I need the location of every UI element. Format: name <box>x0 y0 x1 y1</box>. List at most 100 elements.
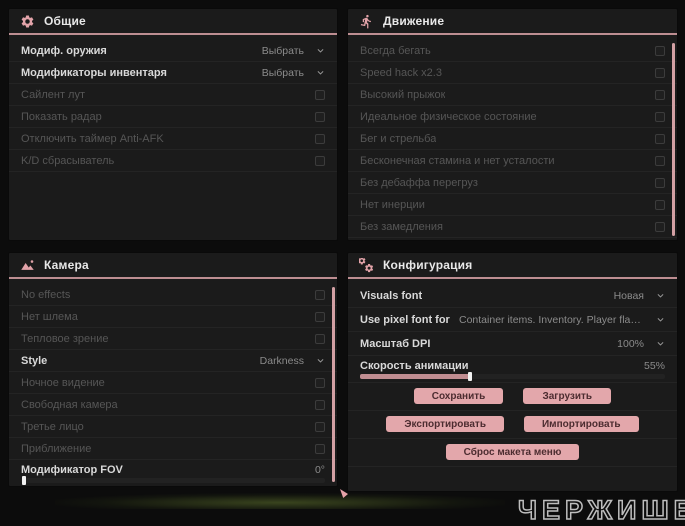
row-label: Бесконечная стамина и нет усталости <box>360 154 555 167</box>
row-label: Speed hack x2.3 <box>360 66 442 79</box>
row-label: Модификаторы инвентаря <box>21 66 167 79</box>
slider-value: 55% <box>643 359 665 372</box>
row-масштаб-dpi: Масштаб DPI 100% <box>348 332 677 356</box>
chevron-down-icon <box>656 291 665 300</box>
dropdown-value: Новая <box>613 289 644 302</box>
panel-general: Общие Модиф. оружия Выбрать Модификаторы и… <box>8 8 338 241</box>
сохранить-button[interactable]: Сохранить <box>413 388 504 404</box>
dropdown-value: 100% <box>617 337 644 350</box>
row-label: Отключить таймер Anti-AFK <box>21 132 164 145</box>
row-no-effects: No effects <box>9 284 337 306</box>
экспортировать-button[interactable]: Экспортировать <box>386 416 504 432</box>
checkbox-отключить-таймер-anti-afk[interactable] <box>315 133 325 144</box>
checkbox-третье-лицо[interactable] <box>315 421 325 432</box>
checkbox-приближение[interactable] <box>315 443 325 454</box>
dropdown-use-pixel-font-for[interactable]: Container items. Inventory. Player flags… <box>459 314 665 326</box>
dropdown-модификаторы-инвентаря[interactable]: Выбрать <box>262 67 325 79</box>
checkbox-идеальное-физическое-состояние[interactable] <box>655 111 665 122</box>
slider-fill <box>360 374 470 379</box>
row-label: Идеальное физическое состояние <box>360 110 537 123</box>
gear-icon <box>20 14 35 29</box>
chevron-down-icon <box>316 356 325 365</box>
row-свободная-камера: Свободная камера <box>9 394 337 416</box>
checkbox-свободная-камера[interactable] <box>315 399 325 410</box>
chevron-down-icon <box>316 46 325 55</box>
row-label: K/D сбрасыватель <box>21 154 115 167</box>
row-label: Style <box>21 354 48 367</box>
checkbox-speed-hack-x2-3[interactable] <box>655 67 665 78</box>
slider-handle[interactable] <box>22 476 27 485</box>
slider-handle[interactable] <box>467 372 472 381</box>
row-высокий-прыжок: Высокий прыжок <box>348 84 677 106</box>
chevron-down-icon <box>316 68 325 77</box>
row-label: Нет шлема <box>21 310 78 323</box>
checkbox-ночное-видение[interactable] <box>315 377 325 388</box>
config-buttons: Сохранить Загрузить Экспортировать Импортир… <box>348 383 677 467</box>
scrollbar[interactable] <box>672 43 675 236</box>
checkbox-no-effects[interactable] <box>315 289 325 300</box>
row-тепловое-зрение: Тепловое зрение <box>9 328 337 350</box>
checkbox-без-замедления[interactable] <box>655 221 665 232</box>
dropdown-value: Container items. Inventory. Player flags… <box>459 313 644 326</box>
checkbox-без-дебаффа-перегруз[interactable] <box>655 177 665 188</box>
row-speed-hack-x2-3: Speed hack x2.3 <box>348 62 677 84</box>
row-модификаторы-инвентаря: Модификаторы инвентаря Выбрать <box>9 62 337 84</box>
chevron-down-icon <box>656 339 665 348</box>
checkbox-показать-радар[interactable] <box>315 111 325 122</box>
row-use-pixel-font-for: Use pixel font for Container items. Inven… <box>348 308 677 332</box>
row-нет-шлема: Нет шлема <box>9 306 337 328</box>
row-ночное-видение: Ночное видение <box>9 372 337 394</box>
dropdown-visuals-font[interactable]: Новая <box>614 290 665 302</box>
panel-title-general: Общие <box>44 14 86 28</box>
row-label: Сайлент лут <box>21 88 85 101</box>
checkbox-бег-и-стрельба[interactable] <box>655 133 665 144</box>
checkbox-высокий-прыжок[interactable] <box>655 89 665 100</box>
slider-value: 0° <box>314 463 325 476</box>
dropdown-модиф-оружия[interactable]: Выбрать <box>262 45 325 57</box>
panel-title-camera: Камера <box>44 258 89 272</box>
dropdown-масштаб-dpi[interactable]: 100% <box>617 338 665 350</box>
checkbox-тепловое-зрение[interactable] <box>315 333 325 344</box>
row-label: Высокий прыжок <box>360 88 446 101</box>
checkbox-всегда-бегать[interactable] <box>655 45 665 56</box>
panel-config-header: Конфигурация <box>348 253 677 279</box>
button-row: Экспортировать Импортировать <box>348 411 677 439</box>
сброс-макета-меню-button[interactable]: Сброс макета меню <box>445 444 580 460</box>
checkbox-бесконечная-стамина-и-нет-усталости[interactable] <box>655 155 665 166</box>
checkbox-нет-шлема[interactable] <box>315 311 325 322</box>
row-label: Скорость анимации <box>360 359 469 372</box>
row-label: Тепловое зрение <box>21 332 109 345</box>
row-модиф-оружия: Модиф. оружия Выбрать <box>9 40 337 62</box>
dropdown-value: Darkness <box>259 354 304 367</box>
row-visuals-font: Visuals font Новая <box>348 284 677 308</box>
row-label: Всегда бегать <box>360 44 431 57</box>
panel-title-config: Конфигурация <box>383 258 473 272</box>
checkbox-сайлент-лут[interactable] <box>315 89 325 100</box>
panel-config: Конфигурация Visuals font Новая Use pixel … <box>347 252 678 492</box>
row-label: Свободная камера <box>21 398 118 411</box>
row-label: Visuals font <box>360 289 423 302</box>
импортировать-button[interactable]: Импортировать <box>523 416 639 432</box>
row-k-d-сбрасыватель: K/D сбрасыватель <box>9 150 337 172</box>
dropdown-style[interactable]: Darkness <box>260 355 325 367</box>
panel-title-movement: Движение <box>383 14 445 28</box>
slider-track[interactable] <box>21 476 325 485</box>
button-row: Сброс макета меню <box>348 439 677 467</box>
checkbox-нет-инерции[interactable] <box>655 199 665 210</box>
загрузить-button[interactable]: Загрузить <box>523 388 612 404</box>
row-показать-радар: Показать радар <box>9 106 337 128</box>
row-label: Use pixel font for <box>360 313 450 326</box>
row-нет-инерции: Нет инерции <box>348 194 677 216</box>
scrollbar[interactable] <box>332 287 335 482</box>
runner-icon <box>359 14 374 29</box>
slider-row-модификатор-fov: Модификатор FOV 0° <box>9 460 337 486</box>
slider-track[interactable] <box>360 372 665 381</box>
row-label: Модиф. оружия <box>21 44 107 57</box>
panel-camera-header: Камера <box>9 253 337 279</box>
row-label: Модификатор FOV <box>21 463 123 476</box>
row-бесконечная-стамина-и-нет-усталости: Бесконечная стамина и нет усталости <box>348 150 677 172</box>
row-без-замедления: Без замедления <box>348 216 677 238</box>
checkbox-k-d-сбрасыватель[interactable] <box>315 155 325 166</box>
row-label: Третье лицо <box>21 420 84 433</box>
panel-camera: Камера No effects Нет шлема Тепловое зрени… <box>8 252 338 487</box>
